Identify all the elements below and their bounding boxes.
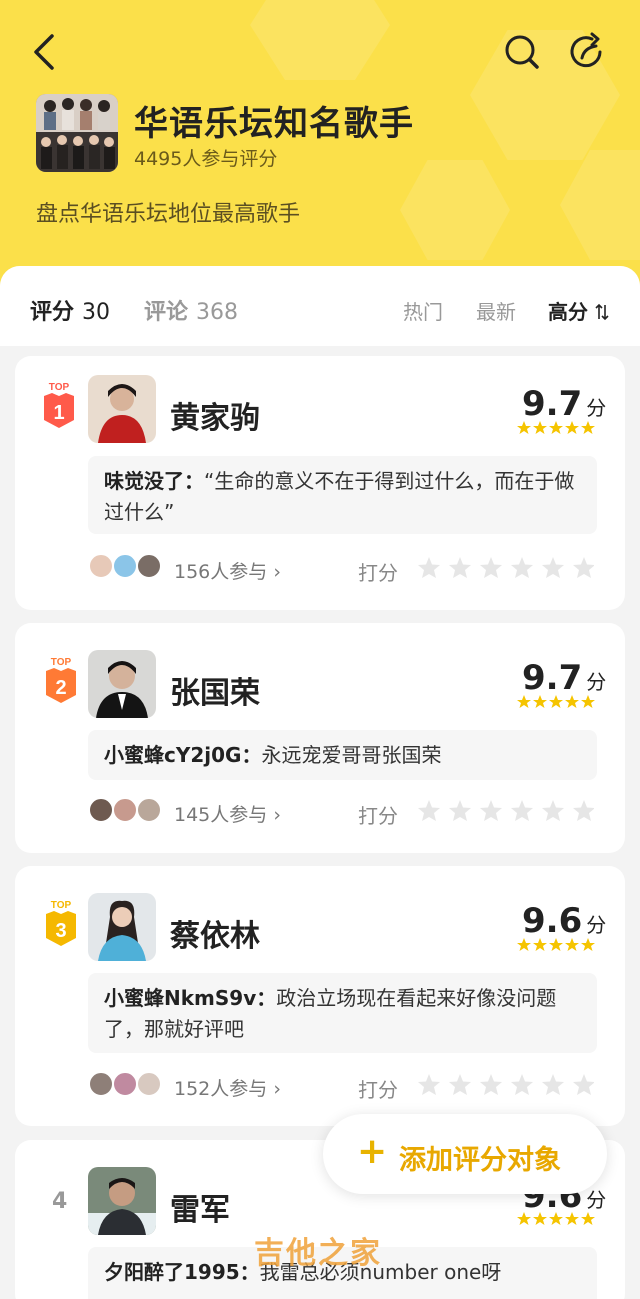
sort-high[interactable]: 高分 [548, 296, 609, 325]
participant-count: 4495人参与评分 [134, 148, 278, 170]
participants-count: 145人参与 [174, 804, 268, 826]
singer-avatar[interactable] [88, 893, 156, 961]
comment-username: 小蜜蜂NkmS9v： [104, 986, 277, 1010]
share-icon[interactable] [566, 30, 610, 74]
score-number: 9.7 [522, 384, 583, 424]
chevron-right-icon: › [273, 804, 281, 826]
plus-icon: + [357, 1131, 388, 1172]
svg-text:3: 3 [55, 920, 66, 942]
score-value: 9.7 分 [522, 384, 606, 424]
top-comment[interactable]: 小蜜蜂NkmS9v：政治立场现在看起来好像没问题了，那就好评吧 [88, 973, 597, 1053]
sort-high-label: 高分 [548, 300, 588, 324]
sort-latest[interactable]: 最新 [476, 296, 516, 325]
rate-stars-input[interactable] [418, 800, 594, 822]
hex-decoration [560, 150, 640, 260]
score-unit: 分 [586, 396, 607, 420]
sort-hot[interactable]: 热门 [403, 296, 443, 325]
tab-comments[interactable]: 评论 368 [144, 294, 238, 326]
participant-avatar [88, 797, 114, 823]
rate-stars-input[interactable] [418, 1074, 594, 1096]
comment-username: 夕阳醉了1995： [104, 1260, 260, 1284]
participant-avatar [136, 797, 162, 823]
search-icon[interactable] [500, 30, 544, 74]
hex-decoration [250, 0, 390, 80]
score-number: 9.6 [522, 901, 583, 941]
singer-name: 蔡依林 [170, 919, 260, 954]
svg-text:TOP: TOP [51, 900, 72, 911]
participant-avatar [112, 797, 138, 823]
participant-avatar [112, 1071, 138, 1097]
tab-rating-label: 评分 [30, 300, 75, 325]
singer-name: 张国荣 [170, 676, 260, 711]
add-rating-object-label: 添加评分对象 [399, 1145, 561, 1176]
average-star-rating [517, 938, 595, 951]
singer-avatar[interactable] [88, 1167, 156, 1235]
page-title: 华语乐坛知名歌手 [134, 104, 414, 144]
singer-name: 雷军 [170, 1193, 230, 1228]
tab-comments-count: 368 [196, 300, 239, 325]
chevron-right-icon: › [273, 1078, 281, 1100]
participants-link[interactable]: 152人参与 › [174, 1074, 281, 1101]
rank-badge-top1: TOP 1 [42, 380, 76, 434]
rank-number: 4 [52, 1189, 68, 1214]
rate-label: 打分 [358, 1078, 398, 1102]
svg-text:TOP: TOP [51, 657, 72, 668]
topic-cover-image [36, 94, 118, 172]
score-number: 9.7 [522, 658, 583, 698]
rank-badge-top2: TOP 2 [44, 655, 78, 709]
participant-avatar [136, 1071, 162, 1097]
singer-avatar[interactable] [88, 375, 156, 443]
singer-avatar[interactable] [88, 650, 156, 718]
svg-text:TOP: TOP [49, 382, 70, 393]
comment-username: 小蜜蜂cY2j0G： [104, 743, 262, 767]
average-star-rating [517, 1212, 595, 1225]
top-comment[interactable]: 味觉没了：“生命的意义不在于得到过什么，而在于做过什么” [88, 456, 597, 534]
participants-link[interactable]: 156人参与 › [174, 557, 281, 584]
tab-rating[interactable]: 评分 30 [30, 294, 110, 326]
participants-count: 152人参与 [174, 1078, 268, 1100]
participant-avatar [88, 1071, 114, 1097]
top-comment[interactable]: 小蜜蜂cY2j0G：永远宠爱哥哥张国荣 [88, 730, 597, 780]
back-arrow-icon[interactable] [26, 30, 66, 74]
rate-stars-input[interactable] [418, 557, 594, 579]
comment-username: 味觉没了： [104, 469, 204, 493]
watermark-logo: 吉他之家 [254, 1236, 382, 1271]
chevron-right-icon: › [273, 561, 281, 583]
singer-name: 黄家驹 [170, 401, 260, 436]
rate-label: 打分 [358, 804, 398, 828]
tab-comments-label: 评论 [144, 300, 189, 325]
comment-text: 永远宠爱哥哥张国荣 [261, 743, 442, 767]
score-value: 9.7 分 [522, 658, 606, 698]
rank-badge-top3: TOP 3 [44, 898, 78, 952]
participants-count: 156人参与 [174, 561, 268, 583]
average-star-rating [517, 421, 595, 434]
score-value: 9.6 分 [522, 901, 606, 941]
participants-link[interactable]: 145人参与 › [174, 800, 281, 827]
score-unit: 分 [586, 1188, 607, 1212]
participant-avatar [88, 553, 114, 579]
average-star-rating [517, 695, 595, 708]
sort-order-icon [595, 303, 609, 321]
participant-avatar [136, 553, 162, 579]
topic-description: 盘点华语乐坛地位最高歌手 [36, 202, 301, 227]
score-unit: 分 [586, 913, 607, 937]
participant-avatar [112, 553, 138, 579]
rate-label: 打分 [358, 561, 398, 585]
hex-decoration [400, 160, 510, 260]
svg-text:2: 2 [55, 677, 66, 699]
add-rating-object-button[interactable]: + 添加评分对象 [323, 1114, 607, 1194]
tab-rating-count: 30 [82, 300, 111, 325]
svg-text:1: 1 [53, 402, 64, 424]
score-unit: 分 [586, 670, 607, 694]
